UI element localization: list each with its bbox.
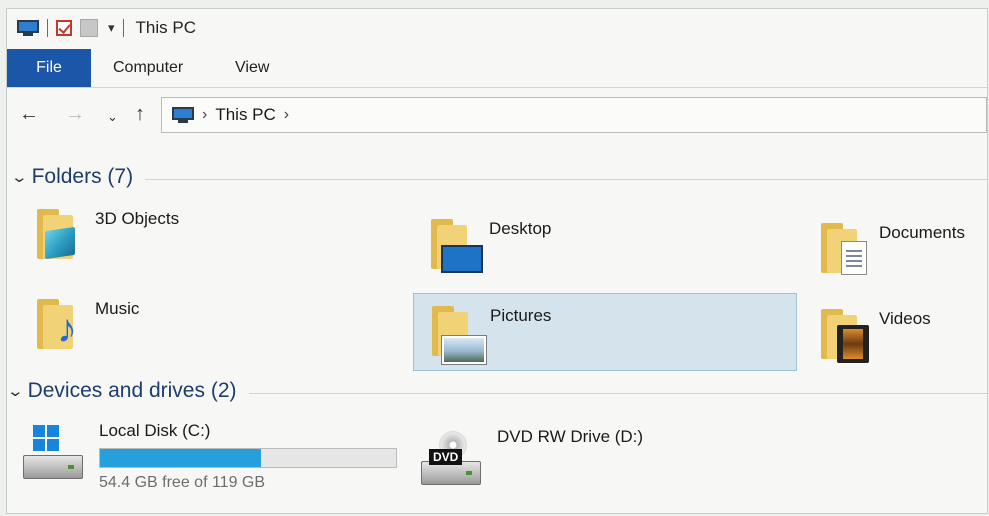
folder-3d-objects[interactable]: 3D Objects xyxy=(35,205,180,260)
new-folder-icon[interactable] xyxy=(80,19,98,37)
dvd-badge: DVD xyxy=(429,449,463,465)
folder-label: Music xyxy=(95,299,140,318)
music-folder-icon: ♪ xyxy=(35,295,81,349)
documents-folder-icon xyxy=(819,219,867,275)
folder-documents[interactable]: Documents xyxy=(819,219,965,275)
devices-group-label: Devices and drives (2) xyxy=(27,379,237,402)
this-pc-icon xyxy=(172,107,194,123)
collapse-icon[interactable]: ⌄ xyxy=(7,382,24,400)
videos-folder-icon xyxy=(819,305,869,363)
quick-access-toolbar: ▾ This PC xyxy=(7,9,987,47)
devices-group-header[interactable]: ⌄ Devices and drives (2) xyxy=(7,379,987,403)
recent-locations-button[interactable]: ⌄ xyxy=(107,109,118,125)
breadcrumb-chevron[interactable]: › xyxy=(202,106,207,124)
drive-label: Local Disk (C:) xyxy=(99,421,211,440)
toolbar-separator xyxy=(47,19,48,37)
navigation-bar: ← → ⌄ ↑ › This PC › xyxy=(7,95,987,137)
group-divider xyxy=(145,178,987,180)
back-button[interactable]: ← xyxy=(19,103,39,126)
folder-label: 3D Objects xyxy=(95,209,180,228)
drive-free-space: 54.4 GB free of 119 GB xyxy=(99,474,266,491)
address-bar[interactable]: › This PC › xyxy=(161,97,987,133)
3d-objects-folder-icon xyxy=(35,205,81,260)
up-button[interactable]: ↑ xyxy=(135,103,145,126)
folder-label: Documents xyxy=(879,223,965,242)
drive-dvd-rw-d[interactable]: DVD DVD RW Drive (D:) xyxy=(419,427,644,489)
properties-icon[interactable] xyxy=(56,20,72,36)
folder-music[interactable]: ♪ Music xyxy=(35,295,139,349)
drive-label: DVD RW Drive (D:) xyxy=(497,427,644,446)
tab-computer[interactable]: Computer xyxy=(99,49,197,87)
toolbar-separator xyxy=(122,19,124,37)
drive-usage-bar xyxy=(99,448,397,468)
customize-toolbar-dropdown[interactable]: ▾ xyxy=(108,20,115,36)
folder-label: Pictures xyxy=(490,306,552,325)
folders-group-header[interactable]: ⌄ Folders (7) xyxy=(7,165,987,189)
drive-usage-fill xyxy=(100,449,261,467)
drive-info: DVD RW Drive (D:) xyxy=(497,427,644,447)
collapse-icon[interactable]: ⌄ xyxy=(10,168,28,186)
breadcrumb-this-pc[interactable]: This PC xyxy=(215,105,275,125)
tab-view[interactable]: View xyxy=(221,49,283,87)
drive-local-disk-c[interactable]: Local Disk (C:) 54.4 GB free of 119 GB xyxy=(21,421,397,492)
folder-desktop[interactable]: Desktop xyxy=(429,215,552,273)
tab-file[interactable]: File xyxy=(7,49,91,87)
dvd-drive-icon: DVD xyxy=(419,429,485,489)
desktop-folder-icon xyxy=(429,215,483,273)
folder-videos[interactable]: Videos xyxy=(819,305,931,363)
forward-button[interactable]: → xyxy=(65,103,85,126)
folder-pictures[interactable]: Pictures xyxy=(413,293,797,371)
folder-label: Desktop xyxy=(489,219,552,238)
breadcrumb-chevron[interactable]: › xyxy=(284,106,289,124)
window-title: This PC xyxy=(135,18,196,37)
this-pc-icon[interactable] xyxy=(17,20,39,36)
folder-label: Videos xyxy=(879,309,931,328)
folders-group-label: Folders (7) xyxy=(31,165,134,188)
drive-info: Local Disk (C:) 54.4 GB free of 119 GB xyxy=(99,421,397,492)
ribbon-tabs: File Computer View xyxy=(7,49,987,88)
pictures-folder-icon xyxy=(430,302,486,364)
group-divider xyxy=(248,392,987,394)
file-explorer-window: ▾ This PC File Computer View ← → ⌄ ↑ › T… xyxy=(6,8,988,514)
hard-drive-windows-icon xyxy=(21,423,87,483)
